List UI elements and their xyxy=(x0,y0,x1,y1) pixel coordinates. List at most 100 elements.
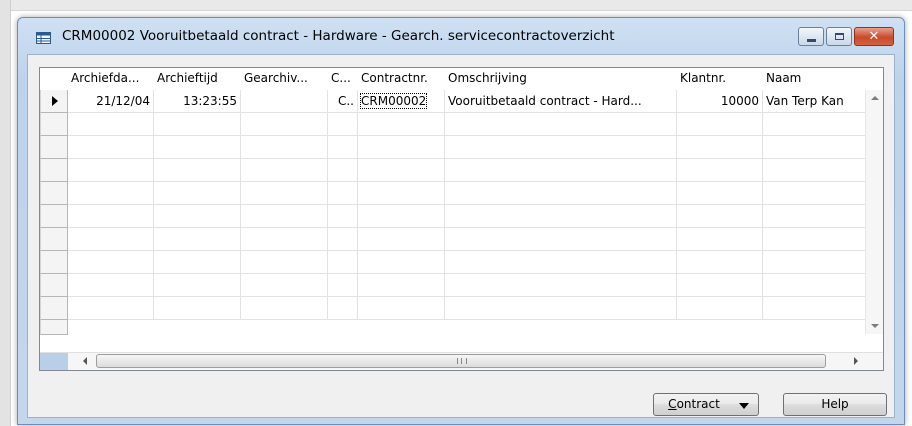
scroll-down-icon[interactable] xyxy=(871,324,879,328)
empty-cell[interactable] xyxy=(677,159,763,181)
empty-cell[interactable] xyxy=(445,228,677,250)
empty-cell[interactable] xyxy=(154,251,241,273)
empty-cell[interactable] xyxy=(677,113,763,135)
empty-cell[interactable] xyxy=(445,182,677,204)
table-row[interactable] xyxy=(68,113,868,136)
empty-cell[interactable] xyxy=(328,205,358,227)
table-row[interactable] xyxy=(68,159,868,182)
empty-cell[interactable] xyxy=(358,251,445,273)
empty-cell[interactable] xyxy=(677,182,763,204)
maximize-button[interactable] xyxy=(826,27,852,46)
empty-cell[interactable] xyxy=(241,205,328,227)
empty-cell[interactable] xyxy=(154,136,241,158)
table-row[interactable] xyxy=(68,182,868,205)
scroll-right-icon[interactable] xyxy=(854,357,858,365)
cell-archieftijd[interactable]: 13:23:55 xyxy=(154,90,241,112)
empty-cell[interactable] xyxy=(68,251,154,273)
empty-cell[interactable] xyxy=(445,205,677,227)
cell-archiefdatum[interactable]: 21/12/04 xyxy=(68,90,154,112)
empty-cell[interactable] xyxy=(358,159,445,181)
empty-cell[interactable] xyxy=(358,182,445,204)
empty-cell[interactable] xyxy=(445,297,677,319)
row-selector[interactable] xyxy=(40,320,68,335)
row-selector-current[interactable] xyxy=(40,90,68,113)
empty-cell[interactable] xyxy=(241,274,328,296)
empty-cell[interactable] xyxy=(68,113,154,135)
empty-cell[interactable] xyxy=(328,136,358,158)
empty-cell[interactable] xyxy=(445,274,677,296)
cell-omschrijving[interactable]: Vooruitbetaald contract - Hard... xyxy=(445,90,677,112)
empty-cell[interactable] xyxy=(328,297,358,319)
empty-cell[interactable] xyxy=(445,159,677,181)
empty-cell[interactable] xyxy=(328,182,358,204)
empty-cell[interactable] xyxy=(154,113,241,135)
empty-cell[interactable] xyxy=(677,297,763,319)
empty-cell[interactable] xyxy=(328,228,358,250)
cell-gearchiveerd[interactable] xyxy=(241,90,328,112)
table-row[interactable] xyxy=(68,251,868,274)
empty-cell[interactable] xyxy=(154,228,241,250)
empty-cell[interactable] xyxy=(241,182,328,204)
column-header-contractnr[interactable]: Contractnr. xyxy=(358,68,445,90)
table-row[interactable] xyxy=(68,297,868,320)
scroll-left-icon[interactable] xyxy=(83,357,87,365)
horizontal-scroll-thumb[interactable] xyxy=(96,354,826,368)
scroll-up-icon[interactable] xyxy=(871,96,879,100)
empty-cell[interactable] xyxy=(358,297,445,319)
empty-cell[interactable] xyxy=(154,274,241,296)
empty-cell[interactable] xyxy=(358,205,445,227)
row-selector[interactable] xyxy=(40,228,68,251)
table-row[interactable] xyxy=(68,136,868,159)
table-row[interactable] xyxy=(68,228,868,251)
column-header-archieftijd[interactable]: Archieftijd xyxy=(154,68,241,90)
empty-cell[interactable] xyxy=(154,182,241,204)
empty-cell[interactable] xyxy=(68,228,154,250)
title-bar[interactable]: CRM00002 Vooruitbetaald contract - Hardw… xyxy=(18,18,904,54)
empty-cell[interactable] xyxy=(68,205,154,227)
empty-cell[interactable] xyxy=(241,228,328,250)
close-button[interactable]: ✕ xyxy=(854,27,894,46)
empty-cell[interactable] xyxy=(358,274,445,296)
column-header-archiefdatum[interactable]: Archiefda... xyxy=(68,68,154,90)
column-header-gearchiveerd[interactable]: Gearchiv... xyxy=(241,68,328,90)
row-selector[interactable] xyxy=(40,136,68,159)
empty-cell[interactable] xyxy=(445,113,677,135)
empty-cell[interactable] xyxy=(154,297,241,319)
row-selector[interactable] xyxy=(40,113,68,136)
row-selector[interactable] xyxy=(40,251,68,274)
contract-archive-grid[interactable]: Archiefda... Archieftijd Gearchiv... C..… xyxy=(39,67,884,371)
cell-contractnr[interactable]: CRM00002 xyxy=(358,90,445,112)
table-row[interactable]: 21/12/04 13:23:55 C.. CRM00002 Vooruitbe… xyxy=(68,90,868,113)
empty-cell[interactable] xyxy=(154,159,241,181)
empty-cell[interactable] xyxy=(68,136,154,158)
empty-cell[interactable] xyxy=(445,136,677,158)
column-header-c[interactable]: C... xyxy=(328,68,358,90)
contract-menu-button[interactable]: Contract xyxy=(653,393,759,416)
empty-cell[interactable] xyxy=(68,297,154,319)
empty-cell[interactable] xyxy=(241,136,328,158)
empty-cell[interactable] xyxy=(241,297,328,319)
vertical-scrollbar[interactable] xyxy=(865,90,883,334)
empty-cell[interactable] xyxy=(328,159,358,181)
empty-cell[interactable] xyxy=(358,228,445,250)
empty-cell[interactable] xyxy=(328,113,358,135)
empty-cell[interactable] xyxy=(677,274,763,296)
cell-klantnr[interactable]: 10000 xyxy=(677,90,763,112)
empty-cell[interactable] xyxy=(241,251,328,273)
empty-cell[interactable] xyxy=(358,136,445,158)
horizontal-scrollbar[interactable] xyxy=(40,352,883,370)
empty-cell[interactable] xyxy=(328,274,358,296)
empty-cell[interactable] xyxy=(677,251,763,273)
empty-cell[interactable] xyxy=(241,159,328,181)
empty-cell[interactable] xyxy=(445,251,677,273)
minimize-button[interactable] xyxy=(798,27,824,46)
table-row[interactable] xyxy=(68,274,868,297)
empty-cell[interactable] xyxy=(68,274,154,296)
help-button[interactable]: Help xyxy=(783,393,887,416)
column-header-naam[interactable]: Naam xyxy=(763,68,863,90)
empty-cell[interactable] xyxy=(677,136,763,158)
row-selector[interactable] xyxy=(40,205,68,228)
empty-cell[interactable] xyxy=(68,182,154,204)
row-selector[interactable] xyxy=(40,274,68,297)
row-selector[interactable] xyxy=(40,182,68,205)
